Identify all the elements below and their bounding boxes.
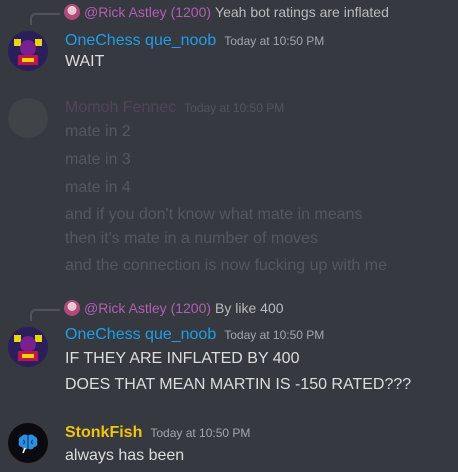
reply-avatar <box>64 4 80 20</box>
username[interactable]: OneChess que_noob <box>65 326 216 344</box>
message-text: DOES THAT MEAN MARTIN IS -150 RATED??? <box>65 376 412 393</box>
message-text: mate in 2 <box>65 123 131 140</box>
reply-connector <box>30 13 60 25</box>
onechess-avatar-icon <box>8 327 48 367</box>
timestamp[interactable]: Today at 10:50 PM <box>224 34 324 48</box>
brain-icon <box>18 434 38 454</box>
message-text: and the connection is now fucking up wit… <box>65 257 387 274</box>
reply-author[interactable]: @Rick Astley (1200) <box>84 300 211 316</box>
message-text: WAIT <box>65 53 105 70</box>
timestamp[interactable]: Today at 10:50 PM <box>184 101 284 115</box>
username[interactable]: Momoh Fennec <box>65 99 176 117</box>
avatar[interactable] <box>8 423 48 463</box>
message-text: and if you don't know what mate in means <box>65 206 363 223</box>
message-text: always has been <box>65 447 185 464</box>
reply-text: Yeah bot ratings are inflated <box>215 4 389 20</box>
reply-avatar <box>64 300 80 316</box>
message-text: IF THEY ARE INFLATED BY 400 <box>65 350 300 367</box>
timestamp[interactable]: Today at 10:50 PM <box>150 426 250 440</box>
avatar[interactable] <box>8 98 48 138</box>
reply-preview[interactable]: @Rick Astley (1200) Yeah bot ratings are… <box>64 4 389 20</box>
reply-author[interactable]: @Rick Astley (1200) <box>84 4 211 20</box>
username[interactable]: OneChess que_noob <box>65 32 216 50</box>
username[interactable]: StonkFish <box>65 424 142 442</box>
message-text: then it's mate in a number of moves <box>65 230 318 247</box>
reply-preview[interactable]: @Rick Astley (1200) By like 400 <box>64 300 284 316</box>
timestamp[interactable]: Today at 10:50 PM <box>224 328 324 342</box>
message-text: mate in 3 <box>65 151 131 168</box>
message-text: mate in 4 <box>65 179 131 196</box>
avatar[interactable] <box>8 327 48 367</box>
reply-text: By like 400 <box>215 300 284 316</box>
avatar[interactable] <box>8 31 48 71</box>
onechess-avatar-icon <box>8 31 48 71</box>
reply-connector <box>30 309 60 321</box>
